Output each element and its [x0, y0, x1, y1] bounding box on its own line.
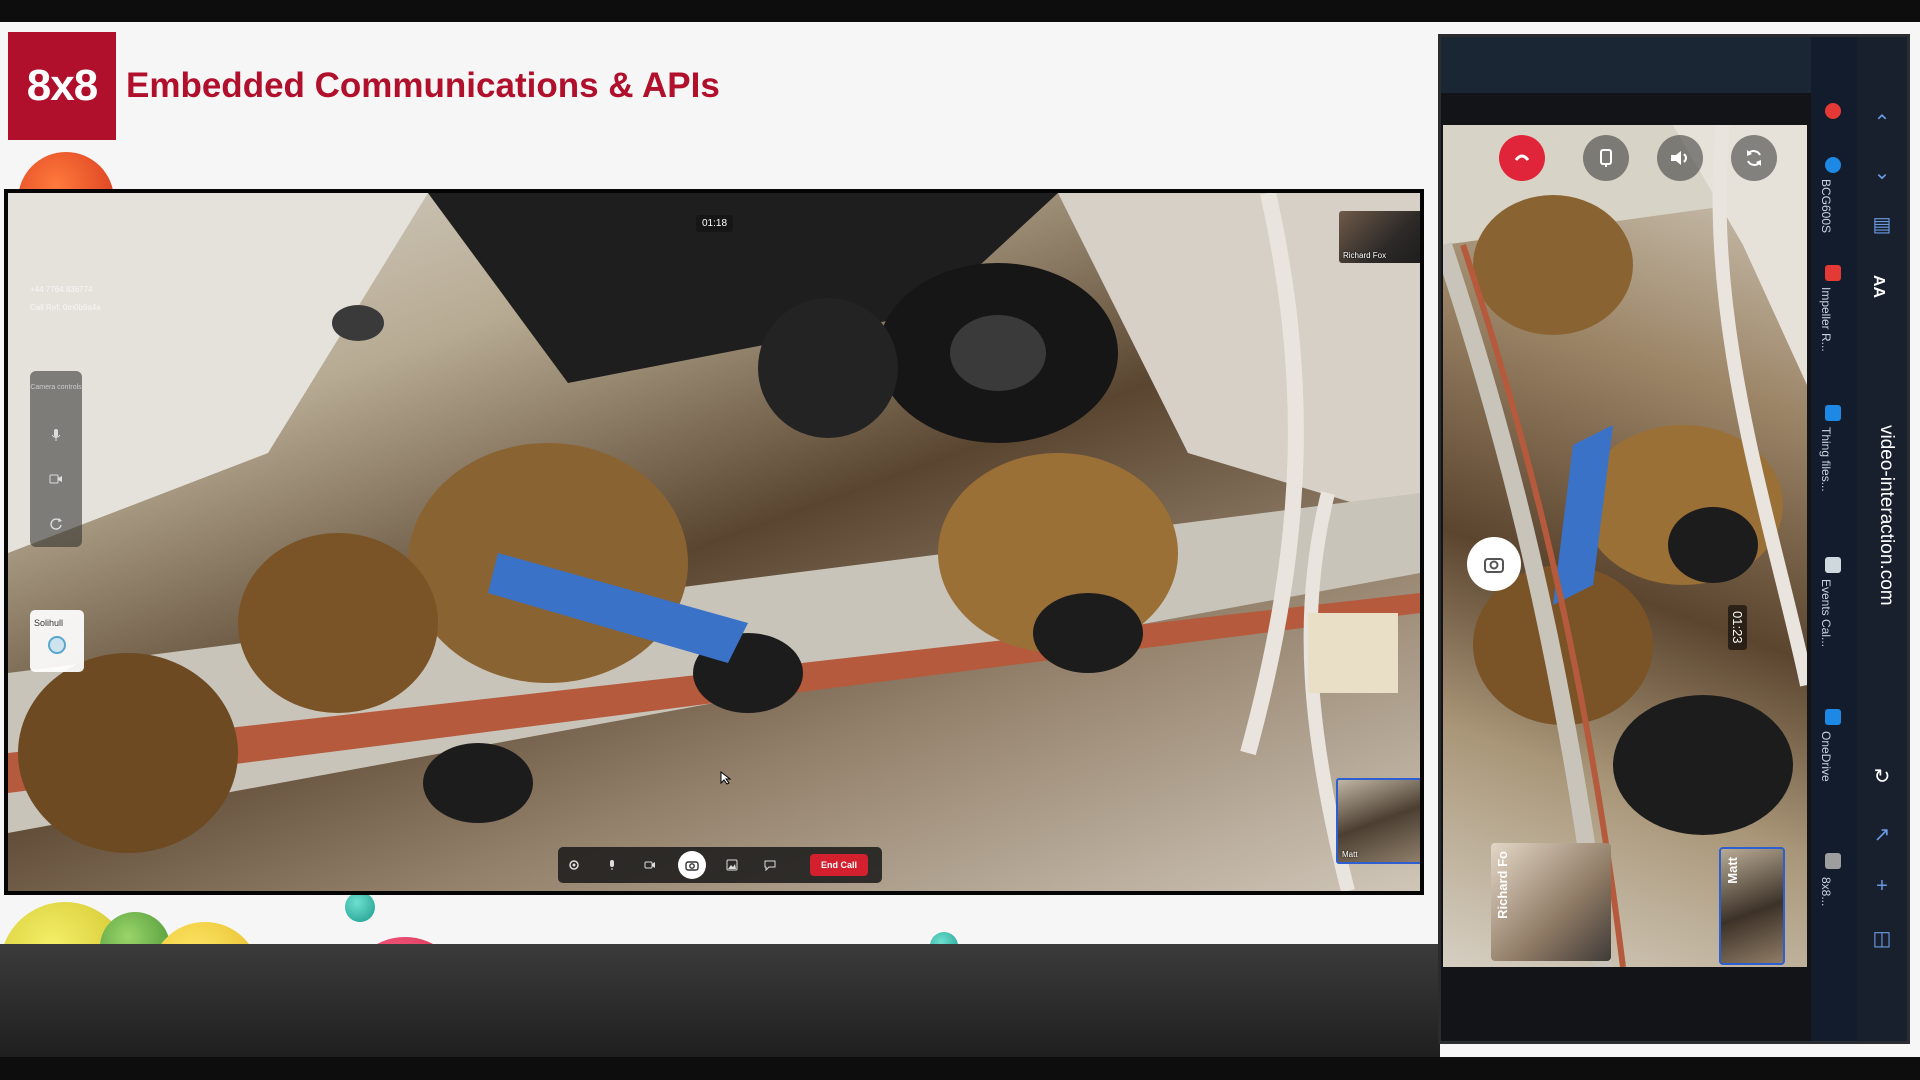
- caller-number: +44 7764 836774: [30, 285, 93, 294]
- location-pin-icon: [48, 636, 66, 654]
- share-icon[interactable]: ↗: [1869, 821, 1895, 847]
- tab-item[interactable]: Events Cal...: [1819, 579, 1833, 647]
- tab-item[interactable]: BCG600S: [1819, 179, 1833, 233]
- gallery-button[interactable]: [720, 853, 744, 877]
- phone-share-button[interactable]: [1583, 135, 1629, 181]
- slide-title: Embedded Communications & APIs: [126, 66, 720, 105]
- tab-favicon-icon: [1825, 157, 1841, 173]
- remote-participant-name: Richard Fox: [1343, 251, 1387, 260]
- camera-icon: [1484, 558, 1504, 573]
- phone-remote-thumbnail[interactable]: Richard Fo: [1491, 843, 1611, 961]
- slide-footer: [0, 944, 1440, 1057]
- reload-icon[interactable]: ↻: [1869, 763, 1895, 789]
- phone-snapshot-button[interactable]: [1467, 537, 1521, 591]
- chevron-down-icon[interactable]: ⌄: [1869, 159, 1895, 185]
- chevron-up-icon[interactable]: ⌃: [1869, 109, 1895, 135]
- tab-item[interactable]: Impeller R...: [1819, 287, 1833, 352]
- camera-icon: [49, 474, 62, 484]
- bottom-bar: [0, 1057, 1920, 1080]
- top-bar: [0, 0, 1920, 22]
- mouse-cursor-icon: [720, 771, 732, 785]
- phone-switch-camera-button[interactable]: [1731, 135, 1777, 181]
- phone-local-thumbnail[interactable]: Matt: [1719, 847, 1785, 965]
- text-size-button[interactable]: AA: [1869, 275, 1887, 298]
- microphone-icon: [610, 860, 614, 870]
- microphone-button[interactable]: [600, 853, 624, 877]
- mute-button[interactable]: [44, 423, 68, 447]
- screen: 8x8 Embedded Communications & APIs 01:18…: [0, 0, 1920, 1080]
- settings-button[interactable]: [562, 853, 586, 877]
- browser-address-rail: ⌃ ⌄ ▤ AA video-interaction.com ↻ ↗ + ◫: [1857, 37, 1907, 1041]
- phone-icon: [1600, 149, 1612, 167]
- call-controls-bar: End Call: [558, 847, 882, 883]
- reader-mode-icon[interactable]: ▤: [1869, 211, 1895, 237]
- chat-button[interactable]: [758, 853, 782, 877]
- main-video-feed: 01:18 +44 7764 836774 Call Ref: 0m0b9a4a…: [4, 189, 1424, 895]
- end-call-button[interactable]: End Call: [810, 854, 868, 876]
- settings-icon: [569, 860, 579, 870]
- tab-favicon-icon: [1825, 405, 1841, 421]
- tabs-overview-icon[interactable]: ◫: [1869, 925, 1895, 951]
- boiler-video-frame: [8, 193, 1420, 891]
- tab-item[interactable]: 8x8...: [1819, 877, 1833, 906]
- camera-icon: [644, 861, 655, 869]
- phone-local-name: Matt: [1725, 857, 1740, 884]
- video-button[interactable]: [638, 853, 662, 877]
- switch-camera-button[interactable]: [44, 511, 68, 535]
- caller-info: +44 7764 836774 Call Ref: 0m0b9a4a: [30, 281, 101, 317]
- tab-close-icon[interactable]: [1825, 853, 1841, 869]
- switch-camera-icon: [1747, 150, 1761, 166]
- refresh-icon: [50, 518, 62, 530]
- remote-participant-pip[interactable]: Richard Fox: [1339, 211, 1420, 263]
- call-timer: 01:18: [696, 215, 734, 232]
- browser-tabs-sidebar: BCG600S Impeller R... Thing files... Eve…: [1811, 37, 1857, 1041]
- chat-icon: [764, 860, 776, 871]
- location-label: Solihull: [34, 618, 64, 628]
- tab-close-icon[interactable]: [1825, 103, 1841, 119]
- camera-controls-toolbar: Camera controls: [30, 371, 82, 547]
- tab-item[interactable]: Thing files...: [1819, 427, 1833, 492]
- phone-call-timer: 01:23: [1728, 605, 1747, 650]
- phone-status-bar: [1441, 37, 1811, 93]
- tab-favicon-icon: [1825, 557, 1841, 573]
- speaker-icon: [1671, 151, 1687, 165]
- local-participant-pip[interactable]: Matt: [1336, 778, 1420, 864]
- address-bar-url[interactable]: video-interaction.com: [1875, 425, 1897, 606]
- phone-video-feed: 01:23 Richard Fo Matt: [1443, 125, 1807, 967]
- tab-favicon-icon: [1825, 265, 1841, 281]
- location-map-card[interactable]: Solihull: [30, 610, 84, 672]
- phone-audio-button[interactable]: [1657, 135, 1703, 181]
- phone-remote-name: Richard Fo: [1495, 851, 1510, 919]
- gallery-icon: [726, 859, 738, 871]
- tab-favicon-icon: [1825, 709, 1841, 725]
- camera-toggle-button[interactable]: [44, 467, 68, 491]
- tab-item[interactable]: OneDrive: [1819, 731, 1833, 782]
- phone-end-call-button[interactable]: [1499, 135, 1545, 181]
- snapshot-icon: [685, 861, 699, 871]
- decorative-bubble: [345, 892, 375, 922]
- microphone-icon: [51, 429, 61, 441]
- toolbar-caption: Camera controls: [30, 384, 82, 391]
- hang-up-icon: [1514, 154, 1530, 161]
- brand-logo: 8x8: [8, 32, 116, 140]
- local-participant-name: Matt: [1342, 850, 1358, 859]
- call-reference: Call Ref: 0m0b9a4a: [30, 303, 101, 312]
- snapshot-button[interactable]: [678, 851, 706, 879]
- new-tab-icon[interactable]: +: [1869, 873, 1895, 899]
- phone-screen-mirror: 01:23 Richard Fo Matt BCG600S Impeller R…: [1438, 34, 1910, 1044]
